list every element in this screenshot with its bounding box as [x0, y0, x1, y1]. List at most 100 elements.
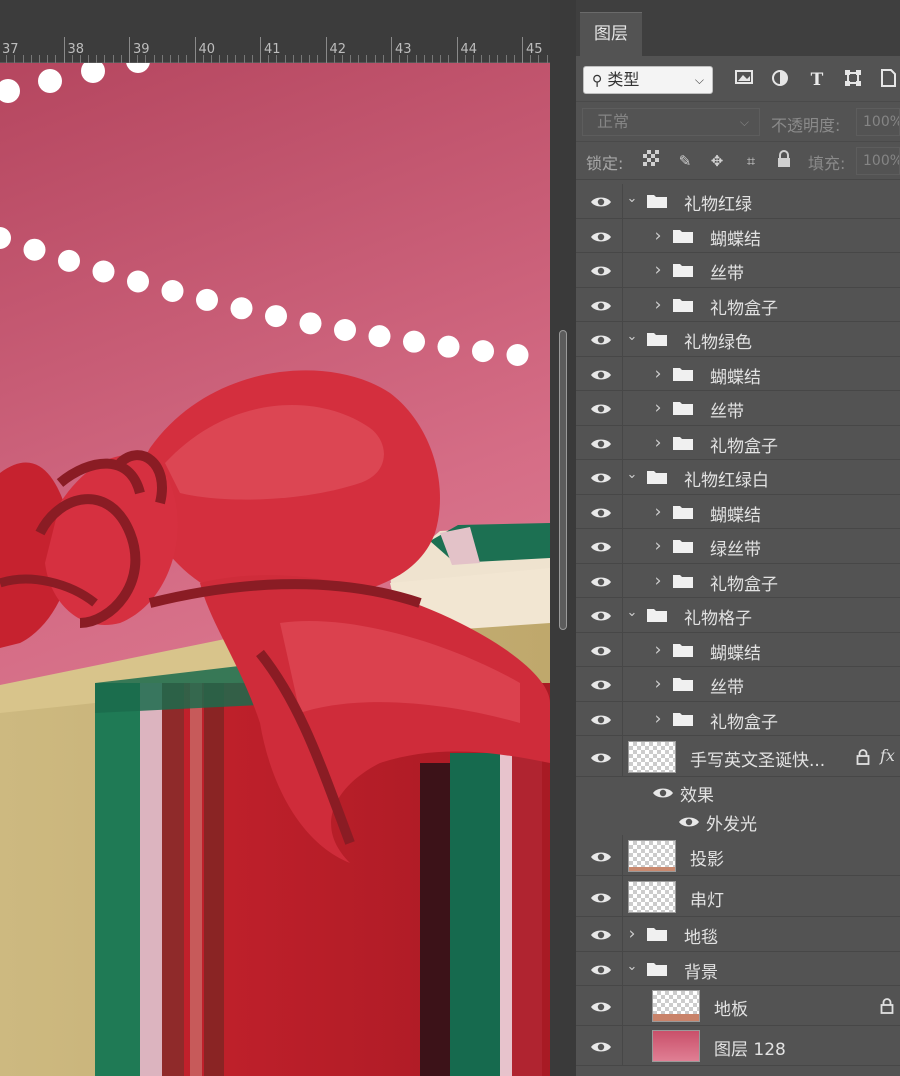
- text-filter-icon[interactable]: T: [805, 68, 829, 92]
- image-filter-icon[interactable]: [732, 68, 756, 92]
- layer-group-row[interactable]: ⌄ 背景: [576, 951, 900, 986]
- chevron-right-icon[interactable]: ›: [652, 260, 664, 280]
- layer-group-row[interactable]: › 礼物盒子: [576, 425, 900, 460]
- artboard-illustration[interactable]: [0, 63, 550, 1076]
- light-bulb: [196, 288, 218, 311]
- layers-list[interactable]: ⌄ 礼物红绿 › 蝴蝶结 › 丝带 › 礼物盒子 ⌄ 礼物绿色 › 蝴蝶结 › 丝带 › 礼物盒子 ⌄ 礼物红绿白…: [576, 184, 900, 1076]
- layer-group-row[interactable]: › 礼物盒子: [576, 563, 900, 598]
- ruler-minor-tick: [112, 55, 114, 63]
- visibility-eye-icon[interactable]: [590, 849, 612, 863]
- crop-icon[interactable]: ⌗: [740, 150, 762, 172]
- chevron-right-icon[interactable]: ›: [626, 924, 638, 944]
- visibility-eye-icon[interactable]: [590, 539, 612, 553]
- layer-row[interactable]: 串灯: [576, 876, 900, 917]
- layer-group-row[interactable]: › 蝴蝶结: [576, 218, 900, 253]
- chevron-right-icon[interactable]: ›: [652, 640, 664, 660]
- blend-mode-select[interactable]: 正常 ⌵: [582, 108, 760, 136]
- visibility-eye-icon[interactable]: [652, 785, 674, 799]
- visibility-eye-icon[interactable]: [590, 332, 612, 346]
- visibility-eye-icon[interactable]: [590, 574, 612, 588]
- chevron-right-icon[interactable]: ›: [652, 536, 664, 556]
- layer-name: 礼物红绿白: [684, 471, 769, 492]
- layer-row[interactable]: 图层 128: [576, 1026, 900, 1066]
- visibility-eye-icon[interactable]: [590, 677, 612, 691]
- layer-group-row[interactable]: ⌄ 礼物绿色: [576, 322, 900, 357]
- document-canvas-area[interactable]: 37 38 39 40 41 42 43 44 45: [0, 0, 576, 1076]
- layer-group-row[interactable]: › 绿丝带: [576, 529, 900, 564]
- visibility-eye-icon[interactable]: [590, 401, 612, 415]
- ruler-minor-tick: [440, 55, 442, 63]
- layer-group-row[interactable]: › 蝴蝶结: [576, 632, 900, 667]
- adjustment-filter-icon[interactable]: [768, 68, 792, 92]
- chevron-right-icon[interactable]: ›: [652, 226, 664, 246]
- smart-object-filter-icon[interactable]: [876, 68, 900, 92]
- chevron-right-icon[interactable]: ›: [652, 433, 664, 453]
- layer-group-row[interactable]: › 蝴蝶结: [576, 494, 900, 529]
- brush-icon[interactable]: ✎: [674, 150, 696, 172]
- layer-group-row[interactable]: › 丝带: [576, 391, 900, 426]
- visibility-eye-icon[interactable]: [590, 999, 612, 1013]
- layer-effect-row[interactable]: 效果: [576, 777, 900, 806]
- visibility-eye-icon[interactable]: [590, 298, 612, 312]
- chevron-right-icon[interactable]: ›: [652, 502, 664, 522]
- fill-field[interactable]: 100%: [856, 147, 900, 175]
- opacity-field[interactable]: 100%: [856, 108, 900, 136]
- visibility-eye-icon[interactable]: [678, 814, 700, 828]
- chevron-down-icon[interactable]: ⌄: [626, 605, 638, 620]
- layer-group-row[interactable]: › 丝带: [576, 253, 900, 288]
- visibility-eye-icon[interactable]: [590, 436, 612, 450]
- fx-icon[interactable]: fx: [880, 746, 895, 765]
- chevron-down-icon[interactable]: ⌄: [626, 467, 638, 482]
- chevron-down-icon[interactable]: ⌄: [626, 959, 638, 974]
- layer-row[interactable]: fx 手写英文圣诞快...: [576, 736, 900, 777]
- ruler-minor-tick: [243, 55, 245, 63]
- visibility-eye-icon[interactable]: [590, 962, 612, 976]
- visibility-eye-icon[interactable]: [590, 890, 612, 904]
- lock-all-icon[interactable]: [773, 150, 795, 172]
- chevron-right-icon[interactable]: ›: [652, 398, 664, 418]
- layer-group-row[interactable]: › 丝带: [576, 667, 900, 702]
- layer-group-row[interactable]: › 礼物盒子: [576, 287, 900, 322]
- layer-group-row[interactable]: ⌄ 礼物红绿白: [576, 460, 900, 495]
- visibility-eye-icon[interactable]: [590, 927, 612, 941]
- lock-transparent-pixels-icon[interactable]: [640, 150, 662, 172]
- layer-group-row[interactable]: ⌄ 礼物红绿: [576, 184, 900, 219]
- light-bulb: [58, 249, 80, 272]
- visibility-eye-icon[interactable]: [590, 1039, 612, 1053]
- chevron-down-icon[interactable]: ⌄: [626, 191, 638, 206]
- move-icon[interactable]: ✥: [706, 150, 728, 172]
- row-divider: [622, 701, 623, 735]
- visibility-eye-icon[interactable]: [590, 194, 612, 208]
- layer-thumbnail: [652, 1030, 700, 1062]
- layer-group-row[interactable]: › 蝴蝶结: [576, 356, 900, 391]
- tab-layers[interactable]: 图层: [580, 12, 642, 56]
- layer-row[interactable]: 投影: [576, 835, 900, 876]
- layer-name: 外发光: [706, 814, 757, 835]
- visibility-eye-icon[interactable]: [590, 712, 612, 726]
- visibility-eye-icon[interactable]: [590, 608, 612, 622]
- chevron-right-icon[interactable]: ›: [652, 364, 664, 384]
- visibility-eye-icon[interactable]: [590, 367, 612, 381]
- layer-group-row[interactable]: › 礼物盒子: [576, 701, 900, 736]
- layer-row[interactable]: 地板: [576, 986, 900, 1026]
- chevron-right-icon[interactable]: ›: [652, 709, 664, 729]
- chevron-right-icon[interactable]: ›: [652, 295, 664, 315]
- shape-filter-icon[interactable]: [841, 68, 865, 92]
- chevron-right-icon[interactable]: ›: [652, 674, 664, 694]
- visibility-eye-icon[interactable]: [590, 750, 612, 764]
- layer-effect-row[interactable]: 外发光: [576, 806, 900, 835]
- layer-name: 丝带: [710, 402, 744, 423]
- visibility-eye-icon[interactable]: [590, 263, 612, 277]
- chevron-right-icon[interactable]: ›: [652, 571, 664, 591]
- visibility-eye-icon[interactable]: [590, 505, 612, 519]
- vertical-scrollbar[interactable]: [550, 0, 576, 1076]
- scrollbar-thumb[interactable]: [559, 330, 567, 630]
- layer-group-row[interactable]: › 地毯: [576, 917, 900, 952]
- visibility-eye-icon[interactable]: [590, 470, 612, 484]
- filter-kind-select[interactable]: ⚲ 类型 ⌵: [583, 66, 713, 94]
- visibility-eye-icon[interactable]: [590, 643, 612, 657]
- fill-label: 填充:: [808, 154, 846, 173]
- visibility-eye-icon[interactable]: [590, 229, 612, 243]
- layer-group-row[interactable]: ⌄ 礼物格子: [576, 598, 900, 633]
- chevron-down-icon[interactable]: ⌄: [626, 329, 638, 344]
